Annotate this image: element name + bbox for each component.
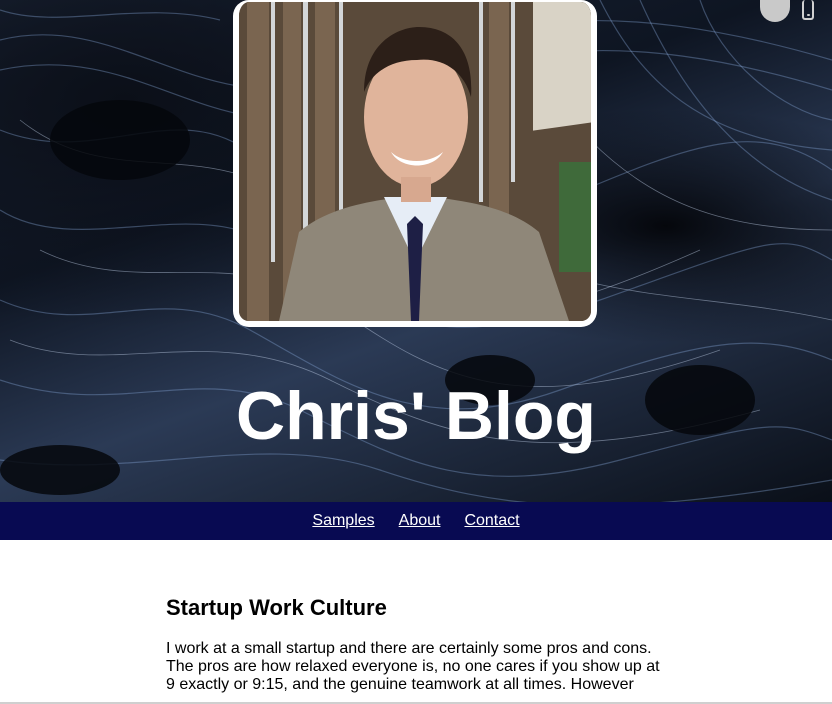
circle-icon[interactable] xyxy=(760,0,790,22)
post-content: Startup Work Culture I work at a small s… xyxy=(166,594,666,694)
top-right-controls xyxy=(760,0,814,22)
profile-photo-image xyxy=(239,2,591,321)
profile-photo xyxy=(233,0,597,327)
nav-link-samples[interactable]: Samples xyxy=(312,512,374,530)
blog-title: Chris' Blog xyxy=(236,378,596,454)
main-nav: Samples About Contact xyxy=(0,502,832,540)
nav-link-about[interactable]: About xyxy=(399,512,441,530)
nav-link-contact[interactable]: Contact xyxy=(464,512,519,530)
phone-icon[interactable] xyxy=(802,0,814,20)
post-title: Startup Work Culture xyxy=(166,595,387,620)
post-body: I work at a small startup and there are … xyxy=(166,640,660,693)
hero-banner: Chris' Blog xyxy=(0,0,832,502)
